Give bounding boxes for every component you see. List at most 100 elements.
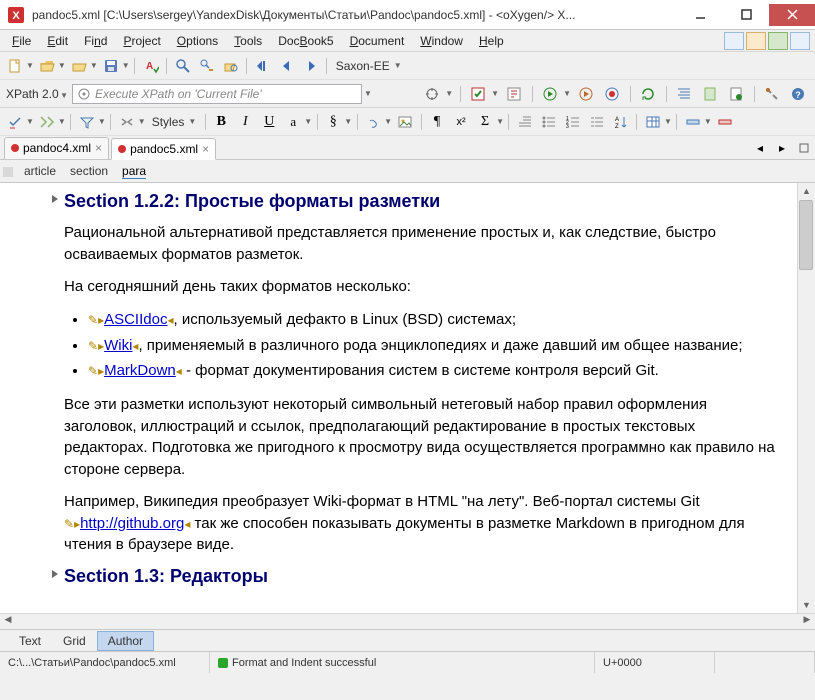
find-in-files-icon[interactable] (220, 55, 242, 77)
link-wiki[interactable]: Wiki (104, 337, 132, 354)
section-icon[interactable]: § (322, 111, 344, 133)
list-item: ✎▸ASCIIdoc◂, используемый дефакто в Linu… (88, 307, 781, 333)
link-github[interactable]: http://github.org (80, 515, 184, 532)
pencil-icon: ✎ (88, 313, 98, 327)
insert-table-icon[interactable] (642, 111, 664, 133)
perspective-editor-icon[interactable] (724, 32, 744, 50)
breadcrumb-section[interactable]: section (70, 164, 108, 178)
styles-dropdown[interactable]: Styles ▼ (148, 111, 201, 133)
minimize-button[interactable] (677, 4, 723, 26)
close-button[interactable] (769, 4, 815, 26)
svg-text:A: A (615, 117, 619, 123)
debug-icon[interactable] (601, 83, 623, 105)
list-item-text: - формат документирования систем в систе… (182, 362, 659, 379)
mode-author[interactable]: Author (97, 631, 154, 651)
menu-tools[interactable]: Tools (226, 32, 270, 50)
scroll-up-icon[interactable]: ▲ (798, 183, 815, 199)
scroll-thumb[interactable] (799, 200, 813, 270)
insert-math-icon[interactable]: x² (450, 111, 472, 133)
menu-edit[interactable]: Edit (39, 32, 76, 50)
perspective-xquery-icon[interactable] (768, 32, 788, 50)
link-markdown[interactable]: MarkDown (104, 362, 176, 379)
new-icon[interactable] (4, 55, 26, 77)
profiling-icon[interactable] (76, 111, 98, 133)
toolbar-xpath: XPath 2.0 ▼ Execute XPath on 'Current Fi… (0, 80, 815, 108)
mode-grid[interactable]: Grid (52, 631, 97, 651)
save-icon[interactable] (100, 55, 122, 77)
gutter-toggle-icon[interactable] (3, 167, 13, 177)
breadcrumb-para[interactable]: para (122, 164, 146, 179)
preferences-icon[interactable] (761, 83, 783, 105)
back-icon[interactable] (276, 55, 298, 77)
link-asciidoc[interactable]: ASCIIdoc (104, 311, 167, 328)
menu-document[interactable]: Document (342, 32, 413, 50)
list-ordered-icon[interactable]: 123 (562, 111, 584, 133)
mode-text[interactable]: Text (8, 631, 52, 651)
associate-schema-icon[interactable] (503, 83, 525, 105)
window-title: pandoc5.xml [C:\Users\sergey\YandexDisk\… (32, 8, 677, 22)
transform-engine-dropdown[interactable]: Saxon-EE ▼ (332, 55, 406, 77)
scroll-down-icon[interactable]: ▼ (798, 597, 815, 613)
subscript-icon[interactable]: a (282, 111, 304, 133)
validate-icon[interactable] (467, 83, 489, 105)
back-first-icon[interactable] (252, 55, 274, 77)
insert-para-icon[interactable]: ¶ (426, 111, 448, 133)
document-content[interactable]: Section 1.2.2: Простые форматы разметки … (0, 183, 797, 613)
menu-options[interactable]: Options (169, 32, 226, 50)
tags-display-icon[interactable] (116, 111, 138, 133)
xpath-version-dropdown[interactable]: XPath 2.0 ▼ (6, 87, 68, 101)
run-transform-icon[interactable] (539, 83, 561, 105)
perspective-xslt-icon[interactable] (746, 32, 766, 50)
find-icon[interactable] (172, 55, 194, 77)
find-replace-icon[interactable] (196, 55, 218, 77)
bold-icon[interactable]: B (210, 111, 232, 133)
external-tools-icon[interactable] (421, 83, 443, 105)
link-icon[interactable] (362, 111, 384, 133)
list-variable-icon[interactable] (586, 111, 608, 133)
track-changes-icon[interactable] (4, 111, 26, 133)
maximize-button[interactable] (723, 4, 769, 26)
menu-docbook5[interactable]: DocBook5 (270, 32, 341, 50)
vertical-scrollbar[interactable]: ▲ ▼ (797, 183, 815, 613)
tab-pandoc5[interactable]: pandoc5.xml × (111, 138, 216, 160)
sort-icon[interactable]: AZ (610, 111, 632, 133)
delete-row-icon[interactable] (714, 111, 736, 133)
generate-doc-icon[interactable] (725, 83, 747, 105)
list-bullet-icon[interactable] (538, 111, 560, 133)
indent-left-icon[interactable] (514, 111, 536, 133)
close-tab-icon[interactable]: × (95, 141, 102, 155)
configure-transform-icon[interactable] (575, 83, 597, 105)
accept-change-icon[interactable] (36, 111, 58, 133)
xpath-input[interactable]: Execute XPath on 'Current File' (72, 84, 362, 104)
menu-find[interactable]: Find (76, 32, 115, 50)
refresh-icon[interactable] (637, 83, 659, 105)
menu-help[interactable]: Help (471, 32, 512, 50)
italic-icon[interactable]: I (234, 111, 256, 133)
tab-list-icon[interactable] (793, 137, 815, 159)
help-icon[interactable]: ? (787, 83, 809, 105)
insert-row-icon[interactable] (682, 111, 704, 133)
tab-scroll-left-icon[interactable]: ◂ (749, 137, 771, 159)
open-icon[interactable] (36, 55, 58, 77)
editor-area: Section 1.2.2: Простые форматы разметки … (0, 183, 815, 613)
format-indent-icon[interactable] (673, 83, 695, 105)
underline-icon[interactable]: U (258, 111, 280, 133)
tab-pandoc4[interactable]: pandoc4.xml × (4, 137, 109, 159)
menu-project[interactable]: Project (115, 32, 168, 50)
breadcrumb-article[interactable]: article (24, 164, 56, 178)
xslt-stylesheet-icon[interactable] (699, 83, 721, 105)
list-item-text: , используемый дефакто в Linux (BSD) сис… (174, 311, 517, 328)
svg-text:A: A (146, 61, 153, 72)
menu-file[interactable]: File (4, 32, 39, 50)
editor-tabs: pandoc4.xml × pandoc5.xml × ◂ ▸ (0, 136, 815, 160)
menu-window[interactable]: Window (412, 32, 471, 50)
insert-image-icon[interactable] (394, 111, 416, 133)
open-url-icon[interactable] (68, 55, 90, 77)
perspective-db-icon[interactable] (790, 32, 810, 50)
insert-equation-icon[interactable]: Σ (474, 111, 496, 133)
close-tab-icon[interactable]: × (202, 142, 209, 156)
tab-scroll-right-icon[interactable]: ▸ (771, 137, 793, 159)
forward-icon[interactable] (300, 55, 322, 77)
horizontal-scrollbar[interactable]: ◀ ▶ (0, 613, 815, 629)
check-spelling-icon[interactable]: A (140, 55, 162, 77)
